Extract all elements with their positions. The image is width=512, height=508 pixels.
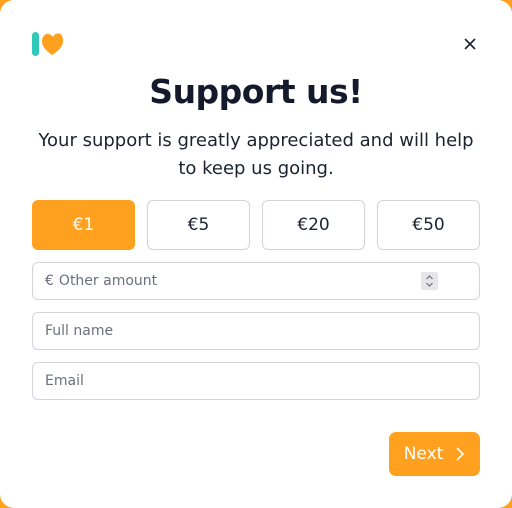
amount-button-5[interactable]: €5 [147,200,250,250]
support-modal: Support us! Your support is greatly appr… [0,0,512,508]
subtitle: Your support is greatly appreciated and … [38,130,474,179]
page-title: Support us! [149,72,363,111]
amount-button-50[interactable]: €50 [377,200,480,250]
amount-button-20[interactable]: €20 [262,200,365,250]
logo-icon [32,32,63,56]
other-amount-input[interactable] [58,273,479,289]
next-label: Next [403,444,444,464]
other-amount-field[interactable]: € [32,262,480,300]
currency-symbol: € [45,273,54,289]
email-field[interactable] [32,362,480,400]
close-icon[interactable] [460,34,480,54]
number-spinner-icon[interactable] [421,272,438,290]
email-input[interactable] [45,373,479,389]
amount-button-1[interactable]: €1 [32,200,135,250]
next-button[interactable]: Next [389,432,480,476]
full-name-input[interactable] [45,323,479,339]
amount-options: €1 €5 €20 €50 [32,200,480,250]
chevron-right-icon [456,447,465,461]
full-name-field[interactable] [32,312,480,350]
